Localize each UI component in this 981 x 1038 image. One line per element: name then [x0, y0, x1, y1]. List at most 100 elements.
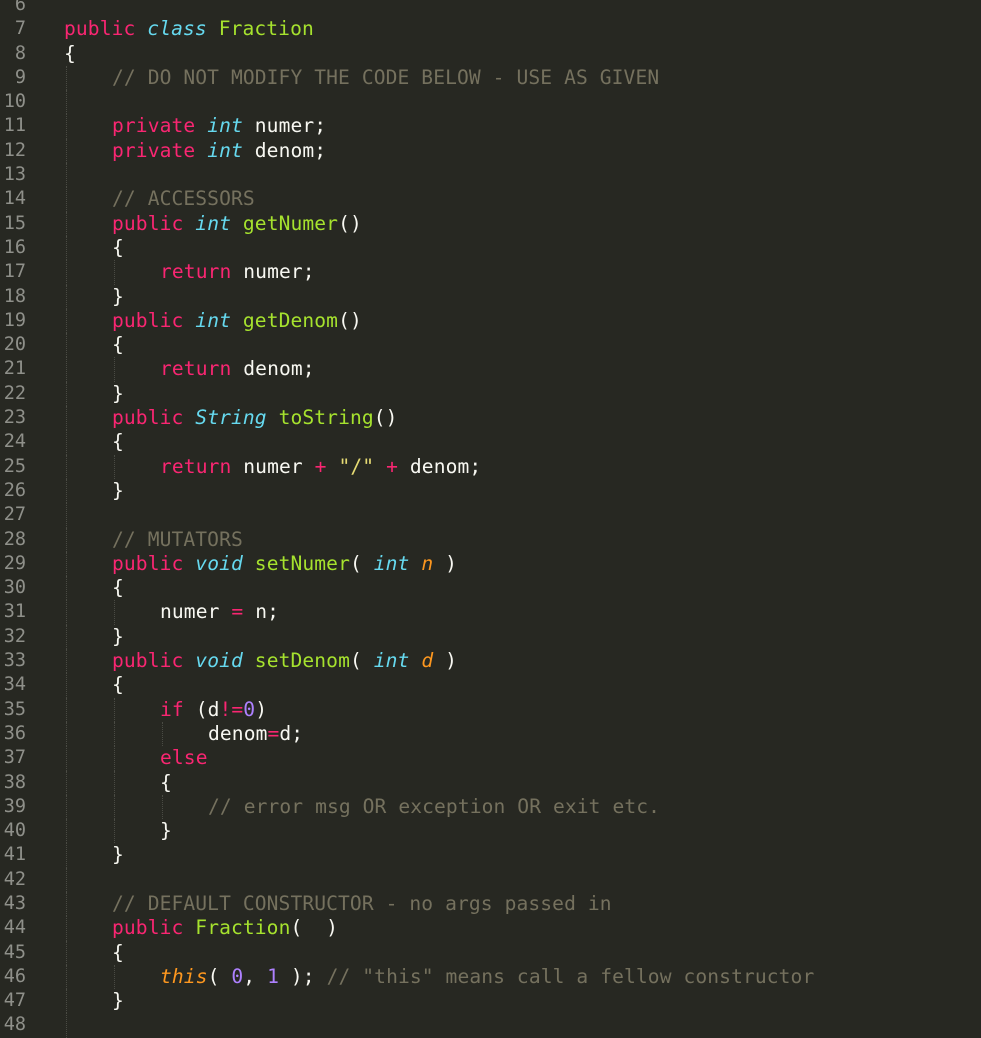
- code-line[interactable]: 37 else: [0, 746, 981, 771]
- line-number: 9: [14, 66, 26, 88]
- indent-guide: [66, 843, 67, 868]
- code-line[interactable]: 11 private int numer;: [0, 114, 981, 139]
- code-line[interactable]: 26}: [0, 478, 981, 504]
- plain-token: numer: [231, 454, 315, 478]
- code-line[interactable]: 27: [0, 503, 981, 528]
- code-line[interactable]: 9 // DO NOT MODIFY THE CODE BELOW - USE A…: [0, 65, 981, 91]
- indent-guide: [66, 649, 67, 674]
- line-number: 28: [3, 528, 26, 550]
- code-text: // MUTATORS: [112, 528, 243, 552]
- keyword-token: public: [112, 551, 184, 575]
- code-line[interactable]: 12 private int denom;: [0, 138, 981, 164]
- line-number: 11: [3, 115, 26, 137]
- code-line[interactable]: 23 public String toString(): [0, 406, 981, 431]
- code-line[interactable]: 17 return numer;: [0, 260, 981, 285]
- string-token: "/": [338, 454, 375, 478]
- indent-guide: [114, 770, 115, 795]
- code-text: private int numer;: [112, 114, 326, 138]
- code-editor[interactable]: 6 7 public class Fraction 8{9 // DO NOT MODI…: [0, 0, 981, 1038]
- code-line[interactable]: 46 this( 0, 1 ); // "this" means call a f…: [0, 964, 981, 990]
- line-number: 30: [3, 577, 26, 599]
- indent-guide: [66, 65, 67, 91]
- code-line[interactable]: 34 {: [0, 673, 981, 698]
- code-line[interactable]: 36 denom=d;: [0, 721, 981, 747]
- code-text: {: [112, 673, 124, 697]
- code-line[interactable]: 15 public int getNumer(): [0, 211, 981, 236]
- code-line[interactable]: 32}: [0, 624, 981, 650]
- code-text: // ACCESSORS: [112, 187, 255, 211]
- indent-guide: [66, 721, 67, 747]
- plain-token: (: [349, 649, 374, 673]
- indent-guide: [66, 673, 67, 698]
- code-line[interactable]: 43 // DEFAULT CONSTRUCTOR - no args passe…: [0, 891, 981, 917]
- code-line[interactable]: 48: [0, 1013, 981, 1038]
- indent-guide: [66, 819, 67, 844]
- number-token: 1: [267, 964, 279, 988]
- code-line[interactable]: 20 {: [0, 333, 981, 358]
- indent-guide: [114, 746, 115, 771]
- code-line[interactable]: 33 public void setDenom( int d ): [0, 649, 981, 674]
- indent-guide: [66, 964, 67, 990]
- indent-guide: [66, 406, 67, 431]
- code-text: {: [112, 941, 124, 965]
- code-line[interactable]: 30 {: [0, 576, 981, 601]
- code-line[interactable]: 24 {: [0, 430, 981, 455]
- indent-guide: [66, 624, 67, 650]
- indent-guide: [114, 454, 115, 479]
- code-line[interactable]: 45 {: [0, 940, 981, 965]
- code-text: {: [112, 333, 124, 357]
- code-line[interactable]: 29 public void setNumer( int n ): [0, 551, 981, 577]
- code-text: }: [112, 989, 124, 1013]
- code-line[interactable]: 19 public int getDenom(): [0, 308, 981, 334]
- code-line[interactable]: 28 // MUTATORS: [0, 527, 981, 552]
- code-line[interactable]: 25 return numer + "/" + denom;: [0, 454, 981, 479]
- code-line[interactable]: 13: [0, 163, 981, 188]
- indent-guide: [114, 819, 115, 844]
- line-number: 46: [3, 965, 26, 987]
- type-token: int: [373, 649, 410, 673]
- code-line[interactable]: 21 return denom;: [0, 357, 981, 382]
- line-number: 20: [3, 334, 26, 356]
- code-line[interactable]: 42: [0, 867, 981, 892]
- code-line[interactable]: 39 // error msg OR exception OR exit etc.: [0, 794, 981, 820]
- operator-token: =: [267, 721, 280, 745]
- code-line[interactable]: 6: [0, 0, 981, 17]
- code-line[interactable]: 8{: [0, 42, 981, 66]
- plain-token: ,: [243, 964, 268, 988]
- plain-token: ): [433, 649, 458, 673]
- indent-guide: [66, 867, 67, 892]
- operator-token: =: [231, 600, 244, 624]
- code-line[interactable]: 41}: [0, 843, 981, 868]
- code-line[interactable]: 14 // ACCESSORS: [0, 187, 981, 212]
- line-number: 27: [3, 504, 26, 526]
- code-line[interactable]: 22}: [0, 381, 981, 407]
- plain-token: numer;: [242, 114, 327, 138]
- code-line[interactable]: 31 numer = n;: [0, 600, 981, 625]
- type-token: String: [195, 406, 267, 430]
- code-line[interactable]: 35 if (d!=0): [0, 697, 981, 722]
- line-number: 35: [3, 698, 26, 720]
- code-line[interactable]: 10: [0, 90, 981, 115]
- code-text: // DO NOT MODIFY THE CODE BELOW - USE AS…: [112, 66, 659, 90]
- code-line[interactable]: 18}: [0, 284, 981, 309]
- code-line[interactable]: 44 public Fraction( ): [0, 916, 981, 941]
- code-text: public int getNumer(): [112, 212, 362, 236]
- indent-guide: [66, 187, 67, 212]
- code-line[interactable]: 7 public class Fraction: [0, 17, 981, 41]
- code-line[interactable]: 40}: [0, 819, 981, 844]
- indent-guide: [66, 989, 67, 1014]
- indent-guide: [66, 576, 67, 601]
- code-line[interactable]: 38 {: [0, 770, 981, 795]
- code-line[interactable]: 47}: [0, 989, 981, 1014]
- code-text: }: [112, 843, 124, 867]
- line-number: 45: [3, 941, 26, 963]
- indent-guide: [66, 381, 67, 407]
- indent-guide: [66, 430, 67, 455]
- code-line[interactable]: 16 {: [0, 235, 981, 261]
- indent-guide: [66, 478, 67, 504]
- plain-token: denom: [208, 721, 268, 745]
- plain-token: n;: [243, 600, 279, 624]
